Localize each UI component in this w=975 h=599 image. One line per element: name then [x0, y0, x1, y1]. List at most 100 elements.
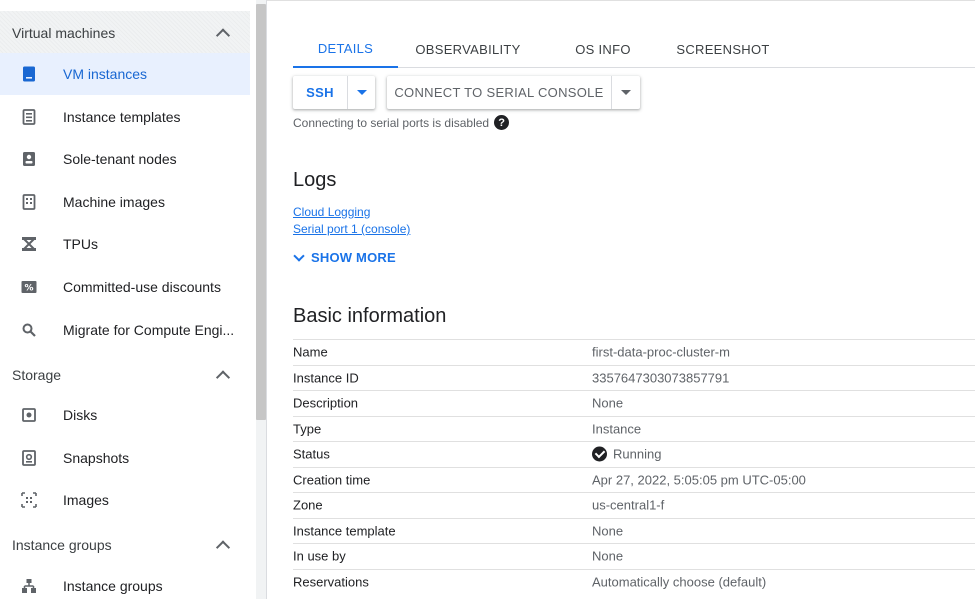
info-key: Description	[293, 395, 359, 411]
tab-screenshot[interactable]: SCREENSHOT	[671, 30, 775, 68]
info-row-in-use-by: In use by None	[293, 543, 975, 569]
info-value: None	[592, 395, 624, 411]
sidebar-item-label: Committed-use discounts	[63, 279, 221, 295]
sidebar-item-sole-tenant-nodes[interactable]: Sole-tenant nodes	[0, 138, 250, 180]
info-key: Zone	[293, 497, 323, 513]
sidebar-item-label: Images	[63, 492, 109, 508]
section-header-virtual-machines[interactable]: Virtual machines	[0, 11, 250, 55]
caret-down-icon	[621, 90, 631, 95]
info-value: us-central1-f	[592, 497, 665, 513]
caret-down-icon	[356, 90, 367, 95]
sidebar-item-machine-images[interactable]: Machine images	[0, 181, 250, 223]
basic-information-table: Name first-data-proc-cluster-m Instance …	[293, 339, 975, 594]
discount-icon: %	[21, 279, 37, 295]
sidebar-item-instance-templates[interactable]: Instance templates	[0, 96, 250, 138]
serial-console-dropdown-button[interactable]	[612, 76, 640, 109]
sidebar-item-migrate[interactable]: Migrate for Compute Engi...	[0, 309, 250, 351]
vm-instance-icon	[21, 66, 37, 82]
sidebar-item-disks[interactable]: Disks	[0, 394, 250, 436]
chevron-down-icon	[293, 249, 305, 262]
info-key: Creation time	[293, 472, 371, 488]
show-more-button[interactable]: SHOW MORE	[293, 249, 396, 265]
sole-tenant-icon	[21, 151, 37, 167]
info-key: In use by	[293, 548, 346, 564]
info-key: Status	[293, 446, 330, 462]
section-title: Instance groups	[12, 537, 112, 553]
info-row-description: Description None	[293, 390, 975, 416]
info-row-instance-id: Instance ID 3357647303073857791	[293, 364, 975, 391]
info-value: Automatically choose (default)	[592, 574, 767, 590]
tpu-icon	[21, 236, 37, 252]
sidebar-item-label: Sole-tenant nodes	[63, 151, 177, 167]
info-value: Instance	[592, 421, 642, 437]
tab-bar: DETAILS OBSERVABILITY OS INFO SCREENSHOT	[293, 30, 975, 68]
info-key: Name	[293, 344, 328, 360]
info-key: Reservations	[293, 574, 369, 590]
sidebar-item-label: Disks	[63, 407, 98, 423]
show-more-label: SHOW MORE	[311, 250, 396, 265]
serial-ports-note-text: Connecting to serial ports is disabled	[293, 115, 490, 130]
cloud-logging-link[interactable]: Cloud Logging	[293, 205, 370, 219]
info-value: first-data-proc-cluster-m	[592, 344, 730, 360]
check-circle-icon	[592, 446, 607, 462]
search-icon	[21, 322, 37, 338]
machine-image-icon	[21, 194, 37, 210]
sidebar-scrollbar-thumb[interactable]	[256, 4, 266, 420]
sidebar-item-committed-use-discounts[interactable]: % Committed-use discounts	[0, 266, 250, 308]
info-value: None	[592, 523, 624, 539]
info-row-zone: Zone us-central1-f	[293, 492, 975, 518]
sidebar-divider	[266, 0, 267, 599]
image-icon	[21, 492, 37, 508]
info-key: Instance template	[293, 523, 396, 539]
info-value: None	[592, 548, 624, 564]
chevron-up-icon[interactable]	[215, 540, 231, 555]
info-row-instance-template: Instance template None	[293, 517, 975, 544]
disk-icon	[21, 407, 37, 423]
ssh-button-group: SSH	[293, 76, 375, 109]
info-value: Running	[592, 446, 662, 462]
logs-heading: Logs	[293, 169, 337, 191]
section-header-storage[interactable]: Storage	[0, 353, 250, 397]
serial-ports-note: Connecting to serial ports is disabled ?	[293, 115, 510, 130]
sidebar-item-label: VM instances	[63, 66, 148, 82]
info-key: Type	[293, 421, 322, 437]
section-title: Storage	[12, 367, 62, 383]
snapshot-icon	[21, 450, 37, 466]
info-row-reservations: Reservations Automatically choose (defau…	[293, 568, 975, 595]
sidebar-item-instance-groups[interactable]: Instance groups	[0, 565, 250, 599]
tab-details[interactable]: DETAILS	[293, 30, 398, 68]
help-icon[interactable]: ?	[494, 115, 510, 130]
sidebar-item-label: Machine images	[63, 194, 165, 210]
chevron-up-icon[interactable]	[215, 370, 231, 385]
info-value: Apr 27, 2022, 5:05:05 pm UTC-05:00	[592, 472, 806, 488]
tab-os-info[interactable]: OS INFO	[561, 30, 645, 68]
info-row-creation-time: Creation time Apr 27, 2022, 5:05:05 pm U…	[293, 466, 975, 493]
status-value: Running	[613, 446, 662, 462]
svg-text:%: %	[24, 284, 33, 294]
tab-observability[interactable]: OBSERVABILITY	[411, 30, 525, 68]
connect-serial-console-button[interactable]: CONNECT TO SERIAL CONSOLE	[387, 76, 611, 109]
template-icon	[21, 109, 37, 125]
sidebar-item-tpus[interactable]: TPUs	[0, 223, 250, 265]
sidebar-item-label: Migrate for Compute Engi...	[63, 322, 235, 338]
sidebar-item-images[interactable]: Images	[0, 479, 250, 521]
ssh-dropdown-button[interactable]	[348, 76, 375, 109]
serial-console-button-group: CONNECT TO SERIAL CONSOLE	[387, 76, 640, 109]
info-key: Instance ID	[293, 370, 359, 386]
sidebar-item-label: TPUs	[63, 236, 98, 252]
info-row-status: Status Running	[293, 441, 975, 467]
basic-information-heading: Basic information	[293, 305, 447, 327]
serial-port-link[interactable]: Serial port 1 (console)	[293, 222, 410, 236]
sidebar: Virtual machines VM instances Instance t…	[0, 0, 256, 599]
top-divider	[267, 0, 975, 1]
ssh-button[interactable]: SSH	[293, 76, 347, 109]
info-row-name: Name first-data-proc-cluster-m	[293, 339, 975, 365]
sidebar-item-vm-instances[interactable]: VM instances	[0, 53, 250, 95]
section-title: Virtual machines	[12, 25, 116, 41]
section-header-instance-groups[interactable]: Instance groups	[0, 523, 250, 567]
sidebar-item-label: Instance templates	[63, 109, 181, 125]
info-value: 3357647303073857791	[592, 370, 730, 386]
chevron-up-icon[interactable]	[215, 28, 231, 43]
info-row-type: Type Instance	[293, 415, 975, 442]
sidebar-item-snapshots[interactable]: Snapshots	[0, 437, 250, 479]
